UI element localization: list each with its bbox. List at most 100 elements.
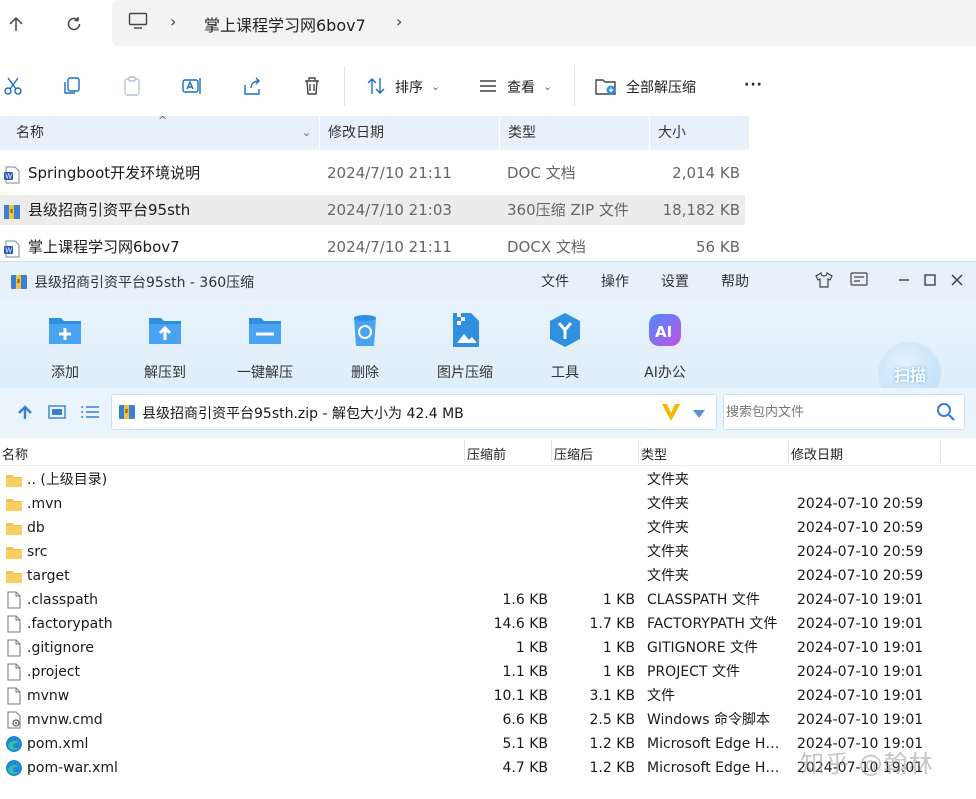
more-options-button[interactable]: ···	[744, 77, 763, 93]
view-button[interactable]: 查看	[507, 77, 535, 97]
close-icon[interactable]	[946, 269, 968, 291]
thumbnail-view-icon[interactable]	[48, 403, 66, 425]
column-divider[interactable]	[788, 440, 789, 462]
column-size[interactable]: 大小	[650, 116, 750, 150]
chevron-down-icon[interactable]: ⌄	[543, 80, 552, 93]
cut-icon[interactable]	[0, 72, 28, 100]
archive-item-size-after: 1 KB	[602, 640, 635, 656]
zip-path-bar: 县级招商引资平台95sth.zip - 解包大小为 42.4 MB	[0, 388, 976, 438]
sort-button[interactable]: 排序	[395, 77, 423, 97]
archive-item-name: target	[27, 568, 70, 584]
ai-office-button[interactable]: AI AI办公	[620, 310, 710, 382]
file-size: 2,014 KB	[672, 164, 740, 182]
up-arrow-icon[interactable]	[0, 8, 32, 40]
archive-item-size-after: 2.5 KB	[589, 712, 636, 728]
skin-icon[interactable]	[813, 269, 835, 291]
menu-settings[interactable]: 设置	[661, 271, 689, 291]
extract-all-icon[interactable]	[592, 72, 620, 100]
file-row-selected[interactable]: 县级招商引资平台95sth 2024/7/10 21:03 360压缩 ZIP …	[0, 195, 745, 225]
v-badge-icon[interactable]	[660, 401, 682, 427]
archive-item-name: .classpath	[27, 592, 99, 608]
rename-icon[interactable]	[178, 72, 206, 100]
zip-column-date[interactable]: 修改日期	[791, 444, 843, 463]
maximize-icon[interactable]	[919, 269, 941, 291]
menu-file[interactable]: 文件	[541, 271, 569, 291]
archive-row[interactable]: db 文件夹 2024-07-10 20:59	[0, 516, 976, 540]
extract-to-icon	[145, 310, 185, 350]
copy-icon[interactable]	[58, 72, 86, 100]
archive-row[interactable]: .factorypath 14.6 KB 1.7 KB FACTORYPATH 文件 2…	[0, 612, 976, 636]
archive-row[interactable]: .classpath 1.6 KB 1 KB CLASSPATH 文件 2024-07-…	[0, 588, 976, 612]
column-date[interactable]: 修改日期	[320, 116, 500, 150]
archive-row[interactable]: src 文件夹 2024-07-10 20:59	[0, 540, 976, 564]
archive-path-field[interactable]: 县级招商引资平台95sth.zip - 解包大小为 42.4 MB	[111, 394, 717, 430]
archive-row[interactable]: pom-war.xml 4.7 KB 1.2 KB Microsoft Edge HT…	[0, 756, 976, 780]
paste-icon[interactable]	[118, 72, 146, 100]
menu-operation[interactable]: 操作	[601, 271, 629, 291]
archive-search-field[interactable]	[723, 394, 965, 430]
chevron-down-icon[interactable]: ⌄	[302, 116, 311, 150]
one-click-extract-button[interactable]: 一键解压	[220, 310, 310, 382]
list-view-icon[interactable]	[80, 403, 100, 425]
breadcrumb-chevron-icon[interactable]: ›	[396, 12, 402, 31]
archive-row[interactable]: .mvn 文件夹 2024-07-10 20:59	[0, 492, 976, 516]
file-size: 56 KB	[696, 238, 740, 256]
archive-search-input[interactable]	[724, 395, 934, 429]
dropdown-arrow-icon[interactable]	[692, 405, 706, 424]
column-divider[interactable]	[464, 440, 465, 462]
zip-window-title: 县级招商引资平台95sth - 360压缩	[34, 275, 255, 291]
archive-row[interactable]: target 文件夹 2024-07-10 20:59	[0, 564, 976, 588]
share-icon[interactable]	[238, 72, 266, 100]
explorer-toolbar: 排序 ⌄ 查看 ⌄ 全部解压缩 ···	[0, 56, 976, 116]
refresh-icon[interactable]	[58, 8, 90, 40]
column-divider[interactable]	[638, 440, 639, 462]
minimize-icon[interactable]	[893, 269, 915, 291]
image-compress-button[interactable]: 图片压缩	[420, 310, 510, 382]
archive-item-type: Windows 命令脚本	[647, 712, 770, 728]
breadcrumb-item[interactable]: 掌上课程学习网6bov7	[204, 12, 366, 36]
sort-icon[interactable]	[362, 72, 390, 100]
extract-to-button[interactable]: 解压到	[120, 310, 210, 382]
zip-column-after[interactable]: 压缩后	[554, 444, 593, 463]
view-icon[interactable]	[474, 72, 502, 100]
menu-help[interactable]: 帮助	[721, 271, 749, 291]
archive-row[interactable]: .project 1.1 KB 1 KB PROJECT 文件 2024-07-10 1…	[0, 660, 976, 684]
file-date: 2024/7/10 21:11	[327, 164, 452, 182]
chevron-down-icon[interactable]: ⌄	[431, 80, 440, 93]
folder-icon	[5, 495, 23, 513]
column-type[interactable]: 类型	[500, 116, 650, 150]
archive-item-type: 文件夹	[647, 496, 689, 512]
delete-button[interactable]: 删除	[320, 310, 410, 382]
feedback-icon[interactable]	[848, 269, 870, 291]
tools-button[interactable]: 工具	[520, 310, 610, 382]
archive-item-type: CLASSPATH 文件	[647, 592, 760, 608]
archive-row[interactable]: .gitignore 1 KB 1 KB GITIGNORE 文件 2024-07-10…	[0, 636, 976, 660]
archive-item-date: 2024-07-10 19:01	[797, 616, 924, 632]
column-divider[interactable]	[940, 440, 941, 462]
add-button[interactable]: 添加	[20, 310, 110, 382]
archive-item-size-before: 14.6 KB	[493, 616, 548, 632]
archive-row[interactable]: mvnw 10.1 KB 3.1 KB 文件 2024-07-10 19:01	[0, 684, 976, 708]
archive-row[interactable]: pom.xml 5.1 KB 1.2 KB Microsoft Edge HT... 2…	[0, 732, 976, 756]
search-icon[interactable]	[936, 402, 956, 426]
monitor-icon[interactable]	[128, 12, 148, 34]
column-name[interactable]: 名称 ^ ⌄	[0, 114, 320, 150]
archive-item-name: .gitignore	[27, 640, 94, 656]
file-icon	[5, 615, 23, 633]
address-bar[interactable]: › 掌上课程学习网6bov7 ›	[112, 0, 976, 46]
archive-item-name: mvnw.cmd	[27, 712, 103, 728]
column-divider[interactable]	[551, 440, 552, 462]
archive-row[interactable]: .. (上级目录) 文件夹	[0, 468, 976, 492]
file-name: 县级招商引资平台95sth	[28, 201, 191, 219]
delete-icon[interactable]	[298, 72, 326, 100]
zip-column-type[interactable]: 类型	[641, 444, 667, 463]
up-level-icon[interactable]	[16, 403, 34, 425]
extract-all-button[interactable]: 全部解压缩	[626, 77, 696, 97]
archive-item-size-before: 10.1 KB	[493, 688, 548, 704]
file-row[interactable]: W 掌上课程学习网6bov7 2024/7/10 21:11 DOCX 文档 5…	[0, 232, 745, 261]
archive-item-date: 2024-07-10 20:59	[797, 520, 924, 536]
archive-row[interactable]: mvnw.cmd 6.6 KB 2.5 KB Windows 命令脚本 2024-07-…	[0, 708, 976, 732]
zip-column-before[interactable]: 压缩前	[467, 444, 506, 463]
zip-column-name[interactable]: 名称	[2, 444, 28, 463]
file-row[interactable]: W Springboot开发环境说明 2024/7/10 21:11 DOC 文…	[0, 158, 745, 188]
